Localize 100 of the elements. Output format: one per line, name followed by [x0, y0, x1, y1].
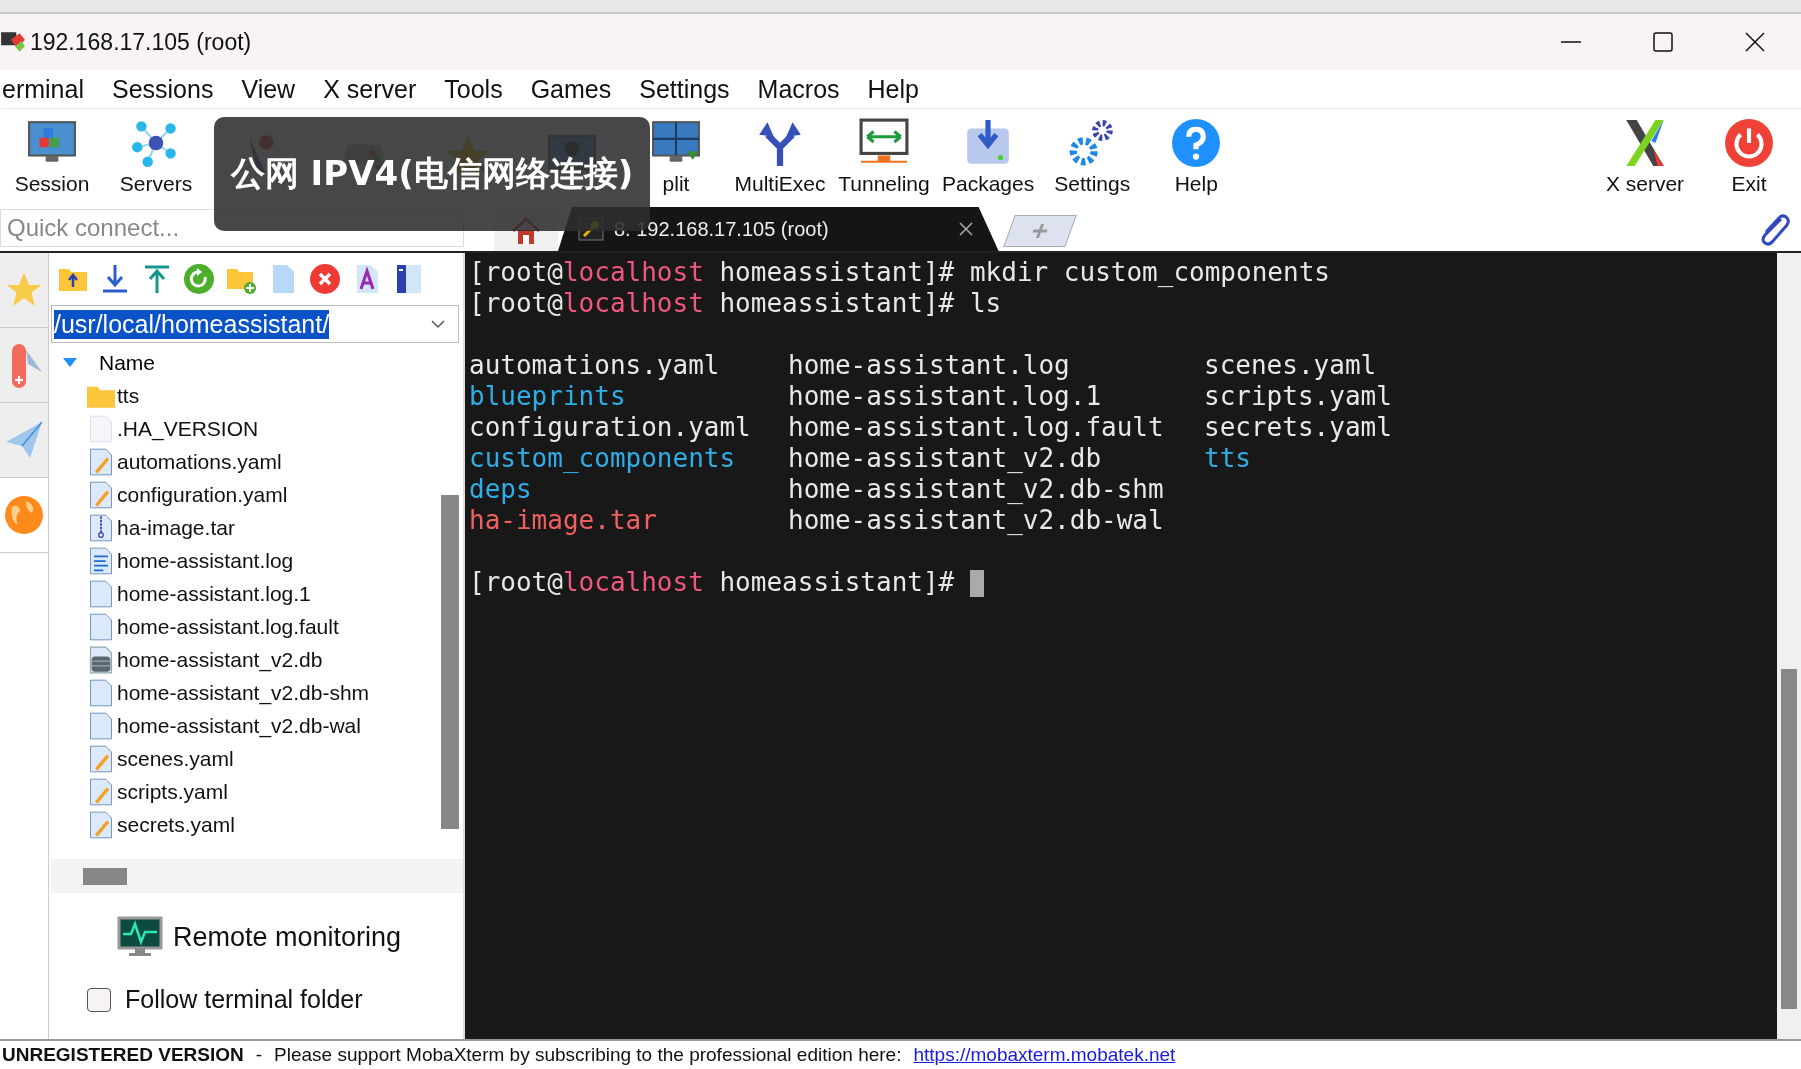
- file-icon: [87, 678, 115, 707]
- file-item[interactable]: home-assistant_v2.db-wal: [51, 709, 441, 742]
- toolbar-button[interactable]: MultiExec: [728, 111, 832, 203]
- menu-item[interactable]: erminal: [2, 74, 84, 104]
- text-file-icon: [87, 546, 115, 575]
- file-name: home-assistant.log: [117, 548, 294, 573]
- horizontal-scrollbar[interactable]: [51, 859, 463, 893]
- listing-entry: configuration.yaml: [469, 412, 752, 443]
- toolbar-button[interactable]: Exit: [1697, 111, 1801, 203]
- window-title: 192.168.17.105 (root): [30, 28, 252, 56]
- listing-entry: tts: [1204, 443, 1251, 474]
- file-name: home-assistant.log.1: [117, 581, 311, 606]
- terminal-scrollbar[interactable]: [1777, 253, 1801, 1039]
- status-message: Please support MobaXterm by subscribing to the professional edition here:: [274, 1044, 902, 1066]
- listing-entry: ha-image.tar: [469, 505, 658, 536]
- status-separator: -: [255, 1044, 263, 1066]
- toolbar-button[interactable]: Help: [1144, 111, 1249, 203]
- file-item[interactable]: home-assistant.log.1: [51, 577, 441, 610]
- file-name: home-assistant_v2.db: [117, 647, 323, 672]
- archive-file-icon: [87, 513, 115, 542]
- website-link[interactable]: https://mobaxterm.mobatek.net: [913, 1044, 1176, 1066]
- menu-item[interactable]: Settings: [639, 74, 730, 104]
- listing-entry: deps: [469, 474, 533, 505]
- file-name: scripts.yaml: [117, 779, 228, 804]
- toolbar-button[interactable]: Session: [0, 111, 104, 203]
- terminal-line: [root@localhost homeassistant]# ls: [469, 288, 1003, 319]
- file-item[interactable]: tts: [51, 379, 441, 412]
- file-item[interactable]: home-assistant_v2.db-shm: [51, 676, 441, 709]
- maximize-icon: [1653, 32, 1673, 52]
- listing-entry: home-assistant.log: [788, 350, 1071, 381]
- toolbar-button[interactable]: X server: [1593, 111, 1697, 203]
- close-icon[interactable]: [958, 222, 973, 236]
- listing-entry: blueprints: [469, 381, 627, 412]
- menu-item[interactable]: Sessions: [112, 74, 214, 104]
- delete-icon[interactable]: [309, 263, 341, 295]
- dropdown-icon: [430, 319, 446, 329]
- listing-entry: home-assistant.log.1: [788, 381, 1103, 412]
- file-item[interactable]: home-assistant.log.fault: [51, 610, 441, 643]
- menu-item[interactable]: Help: [867, 74, 919, 104]
- file-icon: [87, 414, 115, 443]
- follow-terminal-checkbox[interactable]: Follow terminal folder: [87, 985, 363, 1014]
- file-item[interactable]: home-assistant.log: [51, 544, 441, 577]
- file-name: home-assistant_v2.db-wal: [117, 713, 361, 738]
- file-item[interactable]: configuration.yaml: [51, 478, 441, 511]
- file-name: home-assistant.log.fault: [117, 614, 339, 639]
- file-name: tts: [117, 383, 140, 408]
- edit-file-icon: [87, 480, 115, 509]
- column-header[interactable]: Name: [51, 347, 441, 379]
- file-item[interactable]: ha-image.tar: [51, 511, 441, 544]
- listing-entry: secrets.yaml: [1204, 412, 1392, 443]
- listing-entry: home-assistant_v2.db-wal: [788, 505, 1165, 536]
- menu-item[interactable]: Macros: [757, 74, 840, 104]
- file-icon: [87, 579, 115, 608]
- file-name: automations.yaml: [117, 449, 282, 474]
- menu-item[interactable]: View: [241, 74, 296, 104]
- edit-file-icon: [87, 447, 115, 476]
- terminal-line: [root@localhost homeassistant]# mkdir custom_components: [469, 257, 1331, 288]
- minimize-icon: [1561, 41, 1581, 43]
- edit-file-icon: [87, 777, 115, 806]
- listing-entry: scripts.yaml: [1204, 381, 1392, 412]
- file-name: scenes.yaml: [117, 746, 234, 771]
- cursor: [969, 570, 984, 597]
- monitor-pulse-icon: [117, 916, 163, 958]
- file-name: secrets.yaml: [117, 812, 235, 837]
- tab-label: 8. 192.168.17.105 (root): [614, 217, 829, 241]
- toolbar-button[interactable]: Tunneling: [832, 111, 936, 203]
- toolbar-button[interactable]: Settings: [1040, 111, 1145, 203]
- power-icon: [1724, 118, 1774, 168]
- listing-entry: home-assistant_v2.db: [788, 443, 1103, 474]
- listing-entry: automations.yaml: [469, 350, 721, 381]
- listing-entry: custom_components: [469, 443, 737, 474]
- file-item[interactable]: automations.yaml: [51, 445, 441, 478]
- file-name: configuration.yaml: [117, 482, 288, 507]
- file-item[interactable]: scenes.yaml: [51, 742, 441, 775]
- file-icon: [87, 612, 115, 641]
- file-item[interactable]: secrets.yaml: [51, 808, 441, 841]
- listing-entry: home-assistant.log.fault: [788, 412, 1165, 443]
- menu-item[interactable]: Tools: [444, 74, 503, 104]
- remote-monitoring-button[interactable]: Remote monitoring: [111, 915, 408, 959]
- menu-item[interactable]: Games: [530, 74, 612, 104]
- caret-icon: [63, 358, 77, 368]
- file-item[interactable]: home-assistant_v2.db: [51, 643, 441, 676]
- file-name: home-assistant_v2.db-shm: [117, 680, 370, 705]
- edit-file-icon: [87, 810, 115, 839]
- close-icon: [1745, 32, 1765, 52]
- refresh-icon[interactable]: [183, 263, 215, 295]
- globe-icon: [4, 495, 44, 535]
- terminal[interactable]: [465, 253, 1801, 1039]
- path-field[interactable]: /usr/local/homeassistant/: [51, 305, 459, 343]
- file-icon: [87, 711, 115, 740]
- file-name: .HA_VERSION: [117, 416, 259, 441]
- file-item[interactable]: .HA_VERSION: [51, 412, 441, 445]
- toolbar-button[interactable]: Servers: [104, 111, 208, 203]
- tools-tab[interactable]: [0, 328, 48, 403]
- listing-entry: scenes.yaml: [1204, 350, 1377, 381]
- file-item[interactable]: scripts.yaml: [51, 775, 441, 808]
- toolbar-button[interactable]: Packages: [936, 111, 1041, 203]
- database-file-icon: [87, 645, 115, 674]
- menu-item[interactable]: X server: [323, 74, 417, 104]
- edit-file-icon: [87, 744, 115, 773]
